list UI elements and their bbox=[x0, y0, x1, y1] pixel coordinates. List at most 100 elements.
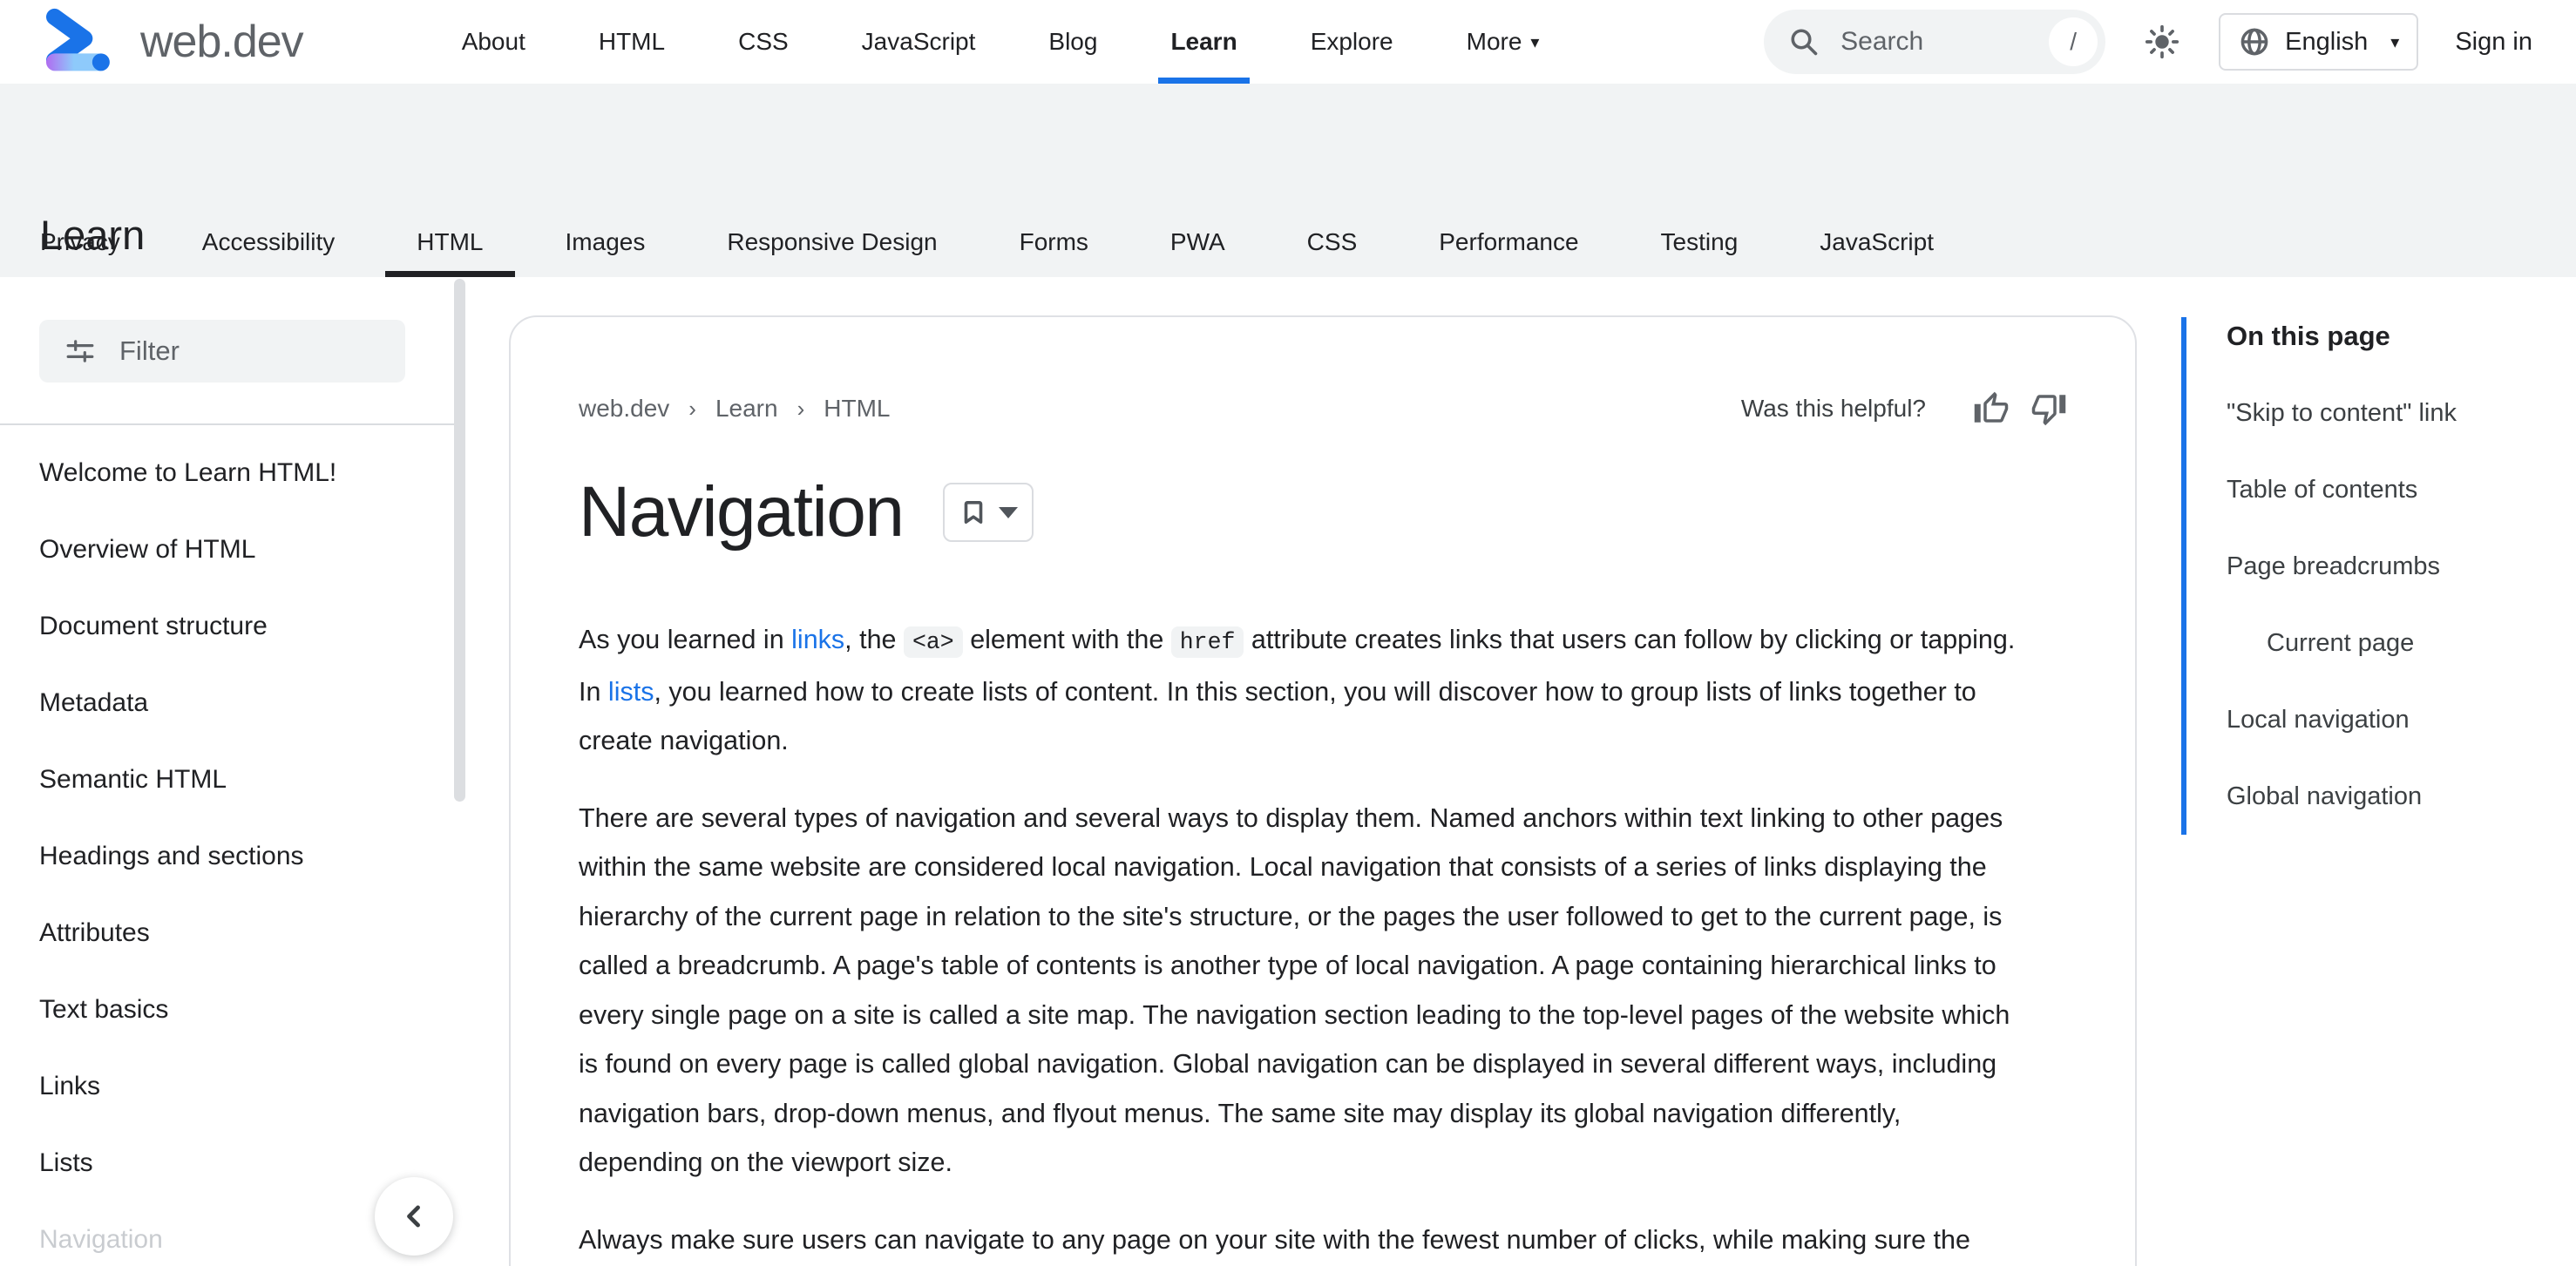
course-module-item[interactable]: Text basics bbox=[39, 972, 423, 1048]
chevron-right-icon: › bbox=[797, 395, 805, 422]
chevron-left-icon bbox=[407, 1205, 420, 1228]
chevron-down-icon: ▾ bbox=[1530, 32, 1540, 52]
course-tabs: Privacy Accessibility HTML Images Responsive… bbox=[40, 207, 2016, 277]
text-run: element with the bbox=[962, 625, 1171, 654]
top-nav-item[interactable]: CSS bbox=[702, 0, 825, 84]
sidebar-divider bbox=[0, 423, 462, 425]
globe-icon bbox=[2240, 28, 2268, 56]
chevron-down-icon bbox=[999, 506, 1019, 518]
breadcrumb-item[interactable]: web.dev bbox=[579, 395, 669, 423]
course-tab[interactable]: PWA bbox=[1170, 207, 1225, 277]
sidebar-collapse-button[interactable] bbox=[375, 1177, 453, 1256]
breadcrumb-item[interactable]: Learn bbox=[715, 395, 778, 423]
theme-toggle-button[interactable] bbox=[2142, 22, 2182, 62]
course-module-item[interactable]: Overview of HTML bbox=[39, 511, 423, 588]
inline-link[interactable]: links bbox=[791, 625, 844, 654]
text-run: Always make sure users can navigate to a… bbox=[579, 1224, 1970, 1255]
sidebar-scrollbar[interactable] bbox=[454, 279, 465, 802]
course-module-item[interactable]: Semantic HTML bbox=[39, 741, 423, 818]
filter-placeholder: Filter bbox=[119, 335, 180, 366]
course-module-list: Welcome to Learn HTML! Overview of HTML Do… bbox=[39, 435, 423, 1266]
search-placeholder: Search bbox=[1840, 27, 1924, 56]
paragraph: As you learned in links, the <a> element… bbox=[579, 615, 2018, 766]
top-navigation: About HTML CSS JavaScript Blog Learn Explore Mo… bbox=[425, 0, 1576, 84]
paragraph: There are several types of navigation an… bbox=[579, 794, 2018, 1188]
inline-code: <a> bbox=[904, 626, 963, 658]
article-card: web.dev › Learn › HTML Was this helpful? bbox=[509, 315, 2137, 1266]
course-tab[interactable]: JavaScript bbox=[1820, 207, 1934, 277]
course-module-item[interactable]: Metadata bbox=[39, 665, 423, 741]
toc-list: "Skip to content" link Table of contents P… bbox=[2227, 375, 2457, 835]
course-module-item[interactable]: Lists bbox=[39, 1125, 423, 1202]
thumbs-down-button[interactable] bbox=[2030, 390, 2067, 427]
course-tab[interactable]: Privacy bbox=[40, 207, 120, 277]
web-dev-learn-page: web.dev About HTML CSS JavaScript Blog Learn E… bbox=[0, 0, 2576, 1266]
inline-link[interactable]: lists bbox=[608, 677, 654, 707]
on-this-page-toc: On this page "Skip to content" link Table… bbox=[2181, 317, 2457, 835]
filter-input[interactable]: Filter bbox=[39, 320, 405, 383]
toc-item[interactable]: Global navigation bbox=[2227, 758, 2457, 835]
toc-item[interactable]: Table of contents bbox=[2227, 451, 2457, 528]
toc-content: On this page "Skip to content" link Table… bbox=[2227, 317, 2457, 835]
top-nav-item[interactable]: Explore bbox=[1274, 0, 1430, 84]
toc-item[interactable]: Current page bbox=[2227, 605, 2457, 681]
course-tab[interactable]: CSS bbox=[1307, 207, 1358, 277]
chevron-down-icon: ▾ bbox=[2390, 32, 2400, 52]
text-run: As you learned in bbox=[579, 625, 792, 654]
text-run: , the bbox=[844, 625, 904, 654]
bookmark-icon bbox=[965, 501, 983, 524]
toc-accent-rule bbox=[2181, 317, 2186, 835]
course-module-item[interactable]: Links bbox=[39, 1048, 423, 1125]
filter-icon bbox=[66, 340, 94, 362]
course-tab[interactable]: Accessibility bbox=[202, 207, 335, 277]
thumbs-down-icon bbox=[2031, 395, 2066, 426]
logo-wordmark: web.dev bbox=[140, 17, 304, 67]
learn-banner: Learn Privacy Accessibility HTML Images Resp… bbox=[0, 84, 2576, 277]
feedback-widget: Was this helpful? bbox=[1741, 390, 2067, 427]
web-dev-logo-icon bbox=[45, 8, 110, 71]
course-module-item[interactable]: Welcome to Learn HTML! bbox=[39, 435, 423, 511]
sign-in-button[interactable]: Sign in bbox=[2455, 28, 2532, 57]
toc-item[interactable]: "Skip to content" link bbox=[2227, 375, 2457, 451]
course-tab[interactable]: Testing bbox=[1661, 207, 1739, 277]
breadcrumb: web.dev › Learn › HTML bbox=[579, 395, 891, 423]
page-title: Navigation bbox=[579, 472, 905, 552]
paragraph: Always make sure users can navigate to a… bbox=[579, 1215, 2018, 1265]
feedback-label: Was this helpful? bbox=[1740, 395, 1926, 422]
course-tab[interactable]: Responsive Design bbox=[727, 207, 937, 277]
top-nav-item[interactable]: HTML bbox=[562, 0, 702, 84]
bookmark-button[interactable] bbox=[943, 483, 1034, 542]
course-tab[interactable]: HTML bbox=[385, 207, 515, 277]
toc-item[interactable]: Local navigation bbox=[2227, 681, 2457, 758]
web-dev-logo[interactable]: web.dev bbox=[39, 7, 304, 77]
breadcrumb-item[interactable]: HTML bbox=[824, 395, 890, 423]
top-nav-item[interactable]: Learn bbox=[1134, 0, 1273, 84]
article-title-row: Navigation bbox=[579, 467, 2067, 558]
header-actions: Search / English ▾ Sign in bbox=[1764, 10, 2532, 74]
site-header: web.dev About HTML CSS JavaScript Blog Learn E… bbox=[0, 0, 2576, 84]
article-card-top: web.dev › Learn › HTML Was this helpful? bbox=[579, 390, 2067, 427]
course-module-item[interactable]: Navigation bbox=[39, 1202, 423, 1266]
thumbs-up-button[interactable] bbox=[1973, 390, 2010, 427]
light-mode-icon bbox=[2146, 24, 2179, 59]
top-nav-item[interactable]: JavaScript bbox=[825, 0, 1013, 84]
search-icon bbox=[1791, 29, 1818, 56]
toc-item[interactable]: Page breadcrumbs bbox=[2227, 528, 2457, 605]
course-module-item[interactable]: Headings and sections bbox=[39, 818, 423, 895]
text-run: There are several types of navigation an… bbox=[579, 802, 2010, 1178]
language-label: English bbox=[2285, 27, 2369, 56]
toc-header: On this page bbox=[2227, 321, 2390, 351]
search-shortcut-badge: / bbox=[2049, 17, 2098, 66]
language-selector[interactable]: English ▾ bbox=[2219, 13, 2419, 71]
course-tab[interactable]: Forms bbox=[1020, 207, 1088, 277]
course-tab[interactable]: Images bbox=[566, 207, 646, 277]
top-nav-item[interactable]: Blog bbox=[1012, 0, 1134, 84]
inline-code: href bbox=[1170, 626, 1244, 658]
top-nav-item[interactable]: About bbox=[425, 0, 562, 84]
course-tab[interactable]: Performance bbox=[1439, 207, 1578, 277]
thumbs-up-icon bbox=[1974, 391, 2009, 423]
search-input[interactable]: Search / bbox=[1764, 10, 2106, 74]
course-module-item[interactable]: Document structure bbox=[39, 588, 423, 665]
course-module-item[interactable]: Attributes bbox=[39, 895, 423, 972]
top-nav-item[interactable]: More ▾ bbox=[1430, 0, 1576, 84]
